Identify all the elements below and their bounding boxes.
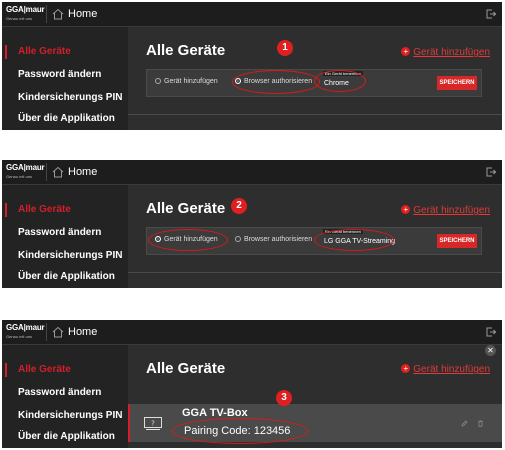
sidebar-item-about[interactable]: Über die Applikation bbox=[18, 113, 115, 124]
top-bar: GGA|maur Genau mit uns Home bbox=[2, 160, 502, 185]
active-indicator bbox=[5, 45, 7, 59]
sidebar-item-password[interactable]: Password ändern bbox=[18, 387, 101, 398]
gga-logo[interactable]: GGA|maur Genau mit uns bbox=[6, 163, 46, 181]
top-bar: GGA|maur Genau mit uns Home bbox=[2, 2, 502, 27]
radio-add-device[interactable]: Gerät hinzufügen bbox=[155, 78, 218, 85]
add-device-form: Gerät hinzufügen Browser authorisieren E… bbox=[146, 69, 482, 97]
sidebar-item-alle-geraete[interactable]: Alle Geräte bbox=[18, 204, 71, 215]
radio-authorize-browser[interactable]: Browser authorisieren bbox=[235, 78, 312, 85]
add-device-link[interactable]: + Gerät hinzufügen bbox=[401, 205, 490, 216]
device-row[interactable]: ? GGA TV-Box Pairing Code: 123456 bbox=[128, 404, 502, 442]
radio-icon bbox=[235, 236, 241, 242]
tv-box-icon: ? bbox=[144, 417, 162, 430]
step-badge: 1 bbox=[277, 40, 293, 56]
add-device-label: Gerät hinzufügen bbox=[413, 205, 490, 216]
device-name-label: Ein Gerät benennen bbox=[323, 71, 363, 76]
sidebar-item-kindersicherung[interactable]: Kindersicherungs PIN bbox=[18, 410, 122, 421]
radio-authorize-browser[interactable]: Browser authorisieren bbox=[235, 236, 312, 243]
device-name-label: Ein Gerät benennen bbox=[323, 229, 363, 234]
trash-icon[interactable] bbox=[477, 420, 484, 427]
device-name: GGA TV-Box bbox=[182, 407, 248, 419]
logo-text: GGA|maur bbox=[6, 163, 45, 172]
sidebar-item-about[interactable]: Über die Applikation bbox=[18, 431, 115, 442]
plus-icon: + bbox=[401, 364, 411, 373]
gga-logo[interactable]: GGA|maur Genau mit uns bbox=[6, 323, 46, 341]
device-name-input[interactable]: Chrome bbox=[324, 80, 349, 87]
screen-step-1: GGA|maur Genau mit uns Home Alle Geräte … bbox=[2, 2, 502, 130]
sidebar: Alle Geräte Password ändern Kindersicher… bbox=[2, 27, 128, 130]
sidebar-item-alle-geraete[interactable]: Alle Geräte bbox=[18, 364, 71, 375]
page-title: Alle Geräte bbox=[146, 200, 226, 217]
plus-icon: + bbox=[401, 205, 411, 214]
home-icon[interactable] bbox=[52, 326, 64, 338]
logout-icon[interactable] bbox=[486, 167, 496, 177]
sidebar: Alle Geräte Password ändern Kindersicher… bbox=[2, 185, 128, 288]
radio-add-device-label: Gerät hinzufügen bbox=[164, 236, 218, 243]
logo-tagline: Genau mit uns bbox=[6, 16, 33, 21]
home-icon[interactable] bbox=[52, 8, 64, 20]
logo-text: GGA|maur bbox=[6, 323, 45, 332]
radio-authorize-browser-label: Browser authorisieren bbox=[244, 236, 313, 243]
top-bar: GGA|maur Genau mit uns Home bbox=[2, 320, 502, 345]
edit-icon[interactable] bbox=[461, 420, 468, 427]
radio-authorize-browser-label: Browser authorisieren bbox=[244, 78, 313, 85]
sidebar-item-about[interactable]: Über die Applikation bbox=[18, 271, 115, 282]
sidebar: Alle Geräte Password ändern Kindersicher… bbox=[2, 345, 128, 448]
divider bbox=[46, 163, 47, 181]
home-link[interactable]: Home bbox=[68, 8, 97, 20]
pairing-code: Pairing Code: 123456 bbox=[184, 425, 291, 437]
save-button[interactable]: SPEICHERN bbox=[437, 76, 477, 90]
step-badge: 2 bbox=[231, 198, 247, 214]
add-device-label: Gerät hinzufügen bbox=[413, 47, 490, 58]
logout-icon[interactable] bbox=[486, 9, 496, 19]
add-device-link[interactable]: + Gerät hinzufügen bbox=[401, 364, 490, 375]
active-indicator bbox=[5, 363, 7, 377]
home-icon[interactable] bbox=[52, 166, 64, 178]
sidebar-item-kindersicherung[interactable]: Kindersicherungs PIN bbox=[18, 92, 122, 103]
home-link[interactable]: Home bbox=[68, 166, 97, 178]
divider bbox=[128, 114, 502, 115]
radio-add-device-label: Gerät hinzufügen bbox=[164, 78, 218, 85]
logout-icon[interactable] bbox=[486, 327, 496, 337]
logo-tagline: Genau mit uns bbox=[6, 334, 33, 339]
radio-add-device[interactable]: Gerät hinzufügen bbox=[155, 236, 218, 243]
add-device-link[interactable]: + Gerät hinzufügen bbox=[401, 47, 490, 58]
step-badge: 3 bbox=[276, 390, 292, 406]
screen-step-2: GGA|maur Genau mit uns Home Alle Geräte … bbox=[2, 160, 502, 288]
save-button[interactable]: SPEICHERN bbox=[437, 234, 477, 248]
page-title: Alle Geräte bbox=[146, 360, 226, 377]
gga-logo[interactable]: GGA|maur Genau mit uns bbox=[6, 5, 46, 23]
logo-text: GGA|maur bbox=[6, 5, 45, 14]
device-name-input[interactable]: LG GGA TV-Streaming bbox=[324, 238, 395, 245]
logo-tagline: Genau mit uns bbox=[6, 174, 33, 179]
main-content: Alle Geräte + Gerät hinzufügen Gerät hinz… bbox=[128, 27, 502, 130]
add-device-label: Gerät hinzufügen bbox=[413, 364, 490, 375]
svg-text:?: ? bbox=[151, 420, 155, 428]
main-content: ✕ Alle Geräte + Gerät hinzufügen ? GGA TV… bbox=[128, 345, 502, 448]
sidebar-item-alle-geraete[interactable]: Alle Geräte bbox=[18, 46, 71, 57]
active-indicator bbox=[5, 203, 7, 217]
divider bbox=[46, 323, 47, 341]
page-title: Alle Geräte bbox=[146, 42, 226, 59]
sidebar-item-password[interactable]: Password ändern bbox=[18, 69, 101, 80]
sidebar-item-password[interactable]: Password ändern bbox=[18, 227, 101, 238]
screen-step-3: GGA|maur Genau mit uns Home Alle Geräte … bbox=[2, 320, 502, 448]
close-icon[interactable]: ✕ bbox=[485, 345, 496, 356]
divider bbox=[46, 5, 47, 23]
add-device-form: Gerät hinzufügen Browser authorisieren E… bbox=[146, 227, 482, 255]
plus-icon: + bbox=[401, 47, 411, 56]
home-link[interactable]: Home bbox=[68, 326, 97, 338]
divider bbox=[128, 272, 502, 273]
radio-icon bbox=[155, 78, 161, 84]
radio-selected-icon bbox=[235, 78, 241, 84]
sidebar-item-kindersicherung[interactable]: Kindersicherungs PIN bbox=[18, 250, 122, 261]
radio-selected-icon bbox=[155, 236, 161, 242]
main-content: Alle Geräte + Gerät hinzufügen Gerät hinz… bbox=[128, 185, 502, 288]
